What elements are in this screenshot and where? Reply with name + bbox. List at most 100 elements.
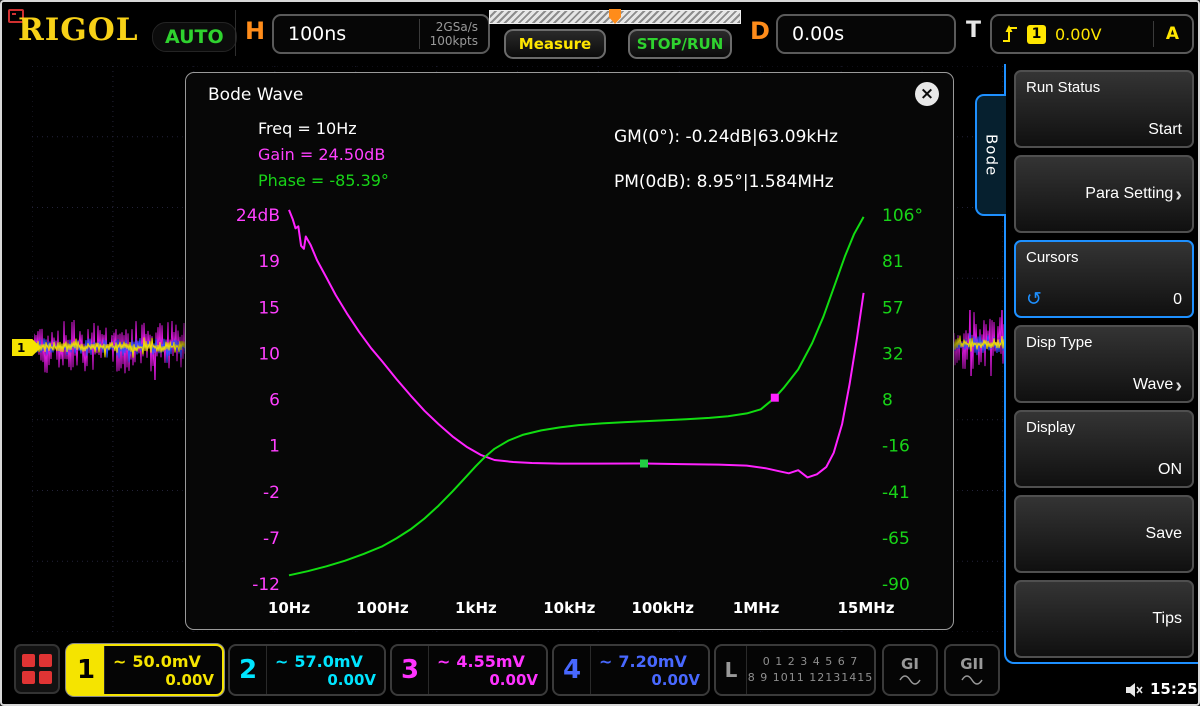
menu-value: Start <box>1148 121 1182 139</box>
waveform-position-bar[interactable] <box>489 10 741 24</box>
bode-plot: 24dB19151061-2-7-12106°8157328-16-41-65-… <box>194 201 939 621</box>
mute-speaker-icon <box>1124 682 1144 698</box>
horizontal-label: H <box>245 17 265 45</box>
trigger-source-badge: 1 <box>1027 25 1046 44</box>
stop-run-button[interactable]: STOP/RUN <box>628 29 732 59</box>
menu-value: ON <box>1158 461 1182 479</box>
gain-readout: Gain = 24.50dB <box>258 145 385 164</box>
quick-menu-button[interactable] <box>14 644 60 694</box>
acquisition-info: 2GSa/s 100kpts <box>419 19 488 49</box>
svg-text:1kHz: 1kHz <box>455 599 497 617</box>
divider <box>235 10 236 56</box>
menu-item-para-setting[interactable]: Para Setting› <box>1014 155 1194 233</box>
trigger-level-value: 0.00V <box>1055 25 1144 44</box>
noise-waveform-right <box>950 310 1004 376</box>
channel-1-badge[interactable]: 1 ~50.0mV 0.00V <box>66 644 224 696</box>
svg-text:100kHz: 100kHz <box>631 599 694 617</box>
channel-number: 4 <box>554 646 591 694</box>
channel-offset: 0.00V <box>275 671 376 689</box>
coupling-icon: ~ <box>275 652 288 671</box>
la-row1: 0 1 2 3 4 5 6 7 <box>763 654 858 670</box>
chevron-right-icon: › <box>1175 378 1182 394</box>
svg-text:-90: -90 <box>882 575 910 595</box>
reset-cursor-icon: ↺ <box>1026 290 1042 309</box>
delay-box[interactable]: 0.00s <box>776 14 956 54</box>
svg-text:-65: -65 <box>882 529 910 549</box>
trigger-box[interactable]: 1 0.00V A <box>990 14 1194 54</box>
logic-analyzer-badge[interactable]: L 0 1 2 3 4 5 6 7 8 9 1011 12131415 <box>714 644 876 696</box>
rising-edge-icon <box>1002 24 1018 44</box>
svg-text:8: 8 <box>882 391 893 411</box>
phase-readout: Phase = -85.39° <box>258 171 389 190</box>
noise-waveform-left <box>34 314 190 380</box>
coupling-icon: ~ <box>599 652 612 671</box>
generator2-badge[interactable]: GII <box>944 644 1000 696</box>
menu-item-tips[interactable]: Tips <box>1014 580 1194 658</box>
svg-text:81: 81 <box>882 252 904 272</box>
svg-text:-7: -7 <box>263 529 280 549</box>
coupling-icon: ~ <box>437 652 450 671</box>
close-icon[interactable]: × <box>915 82 939 106</box>
svg-text:10Hz: 10Hz <box>268 599 310 617</box>
menu-label: Disp Type <box>1026 334 1182 351</box>
trigger-sweep-mode: A <box>1163 24 1182 44</box>
red-square-icon <box>39 671 52 684</box>
menu-value: Para Setting <box>1085 185 1173 203</box>
oscilloscope-screen: RIGOL AUTO H 100ns 2GSa/s 100kpts Measur… <box>0 0 1200 706</box>
svg-text:15MHz: 15MHz <box>837 599 894 617</box>
freq-readout: Freq = 10Hz <box>258 119 357 138</box>
channel-scale: 50.0mV <box>132 652 201 671</box>
tab-bode[interactable]: Bode <box>975 94 1006 216</box>
divider <box>1153 21 1154 47</box>
timebase-value: 100ns <box>274 23 419 45</box>
svg-text:-41: -41 <box>882 483 910 503</box>
svg-text:10: 10 <box>258 344 280 364</box>
channel-offset: 0.00V <box>437 671 538 689</box>
channel-scale: 7.20mV <box>618 652 687 671</box>
channel-values: ~7.20mV 0.00V <box>591 646 708 694</box>
svg-text:106°: 106° <box>882 206 923 226</box>
timebase-box[interactable]: 100ns 2GSa/s 100kpts <box>272 14 490 54</box>
menu-value: Save <box>1146 525 1182 543</box>
menu-label: Cursors <box>1026 249 1182 266</box>
menu-label: Display <box>1026 419 1182 436</box>
channel-3-badge[interactable]: 3 ~4.55mV 0.00V <box>390 644 548 696</box>
la-label: L <box>716 646 747 694</box>
channel-2-badge[interactable]: 2 ~57.0mV 0.00V <box>228 644 386 696</box>
coupling-icon: ~ <box>113 652 126 671</box>
menu-item-run-status[interactable]: Run Status Start <box>1014 70 1194 148</box>
channel-4-badge[interactable]: 4 ~7.20mV 0.00V <box>552 644 710 696</box>
trigger-label: T <box>966 18 981 43</box>
sample-rate: 2GSa/s <box>436 20 478 34</box>
svg-text:-12: -12 <box>252 575 280 595</box>
sine-wave-icon <box>961 675 983 685</box>
svg-text:1MHz: 1MHz <box>733 599 780 617</box>
svg-text:-2: -2 <box>263 483 280 503</box>
svg-text:-16: -16 <box>882 437 910 457</box>
red-square-icon <box>39 654 52 667</box>
run-mode-badge: AUTO <box>152 22 237 52</box>
menu-value: Tips <box>1152 610 1182 628</box>
menu-item-display[interactable]: Display ON <box>1014 410 1194 488</box>
menu-value: 0 <box>1173 291 1182 309</box>
rigol-logo: RIGOL <box>18 12 139 48</box>
bode-wave-dialog: Bode Wave × Freq = 10Hz Gain = 24.50dB P… <box>185 72 954 630</box>
channel-number: 2 <box>230 646 267 694</box>
menu-item-cursors[interactable]: Cursors ↺ 0 <box>1014 240 1194 318</box>
menu-item-save[interactable]: Save <box>1014 495 1194 573</box>
gi-label: GI <box>901 655 919 673</box>
measure-button[interactable]: Measure <box>504 29 606 59</box>
menu-value: Wave <box>1133 376 1173 394</box>
la-channels: 0 1 2 3 4 5 6 7 8 9 1011 12131415 <box>747 646 874 694</box>
channel-number: 3 <box>392 646 429 694</box>
svg-text:100Hz: 100Hz <box>356 599 409 617</box>
channel-values: ~4.55mV 0.00V <box>429 646 546 694</box>
menu-item-disp-type[interactable]: Disp Type Wave› <box>1014 325 1194 403</box>
svg-text:10kHz: 10kHz <box>543 599 595 617</box>
sine-wave-icon <box>899 675 921 685</box>
channel-scale: 57.0mV <box>294 652 363 671</box>
top-bar: RIGOL AUTO H 100ns 2GSa/s 100kpts Measur… <box>2 2 1200 64</box>
svg-text:24dB: 24dB <box>236 206 280 226</box>
svg-text:1: 1 <box>269 437 280 457</box>
generator1-badge[interactable]: GI <box>882 644 938 696</box>
